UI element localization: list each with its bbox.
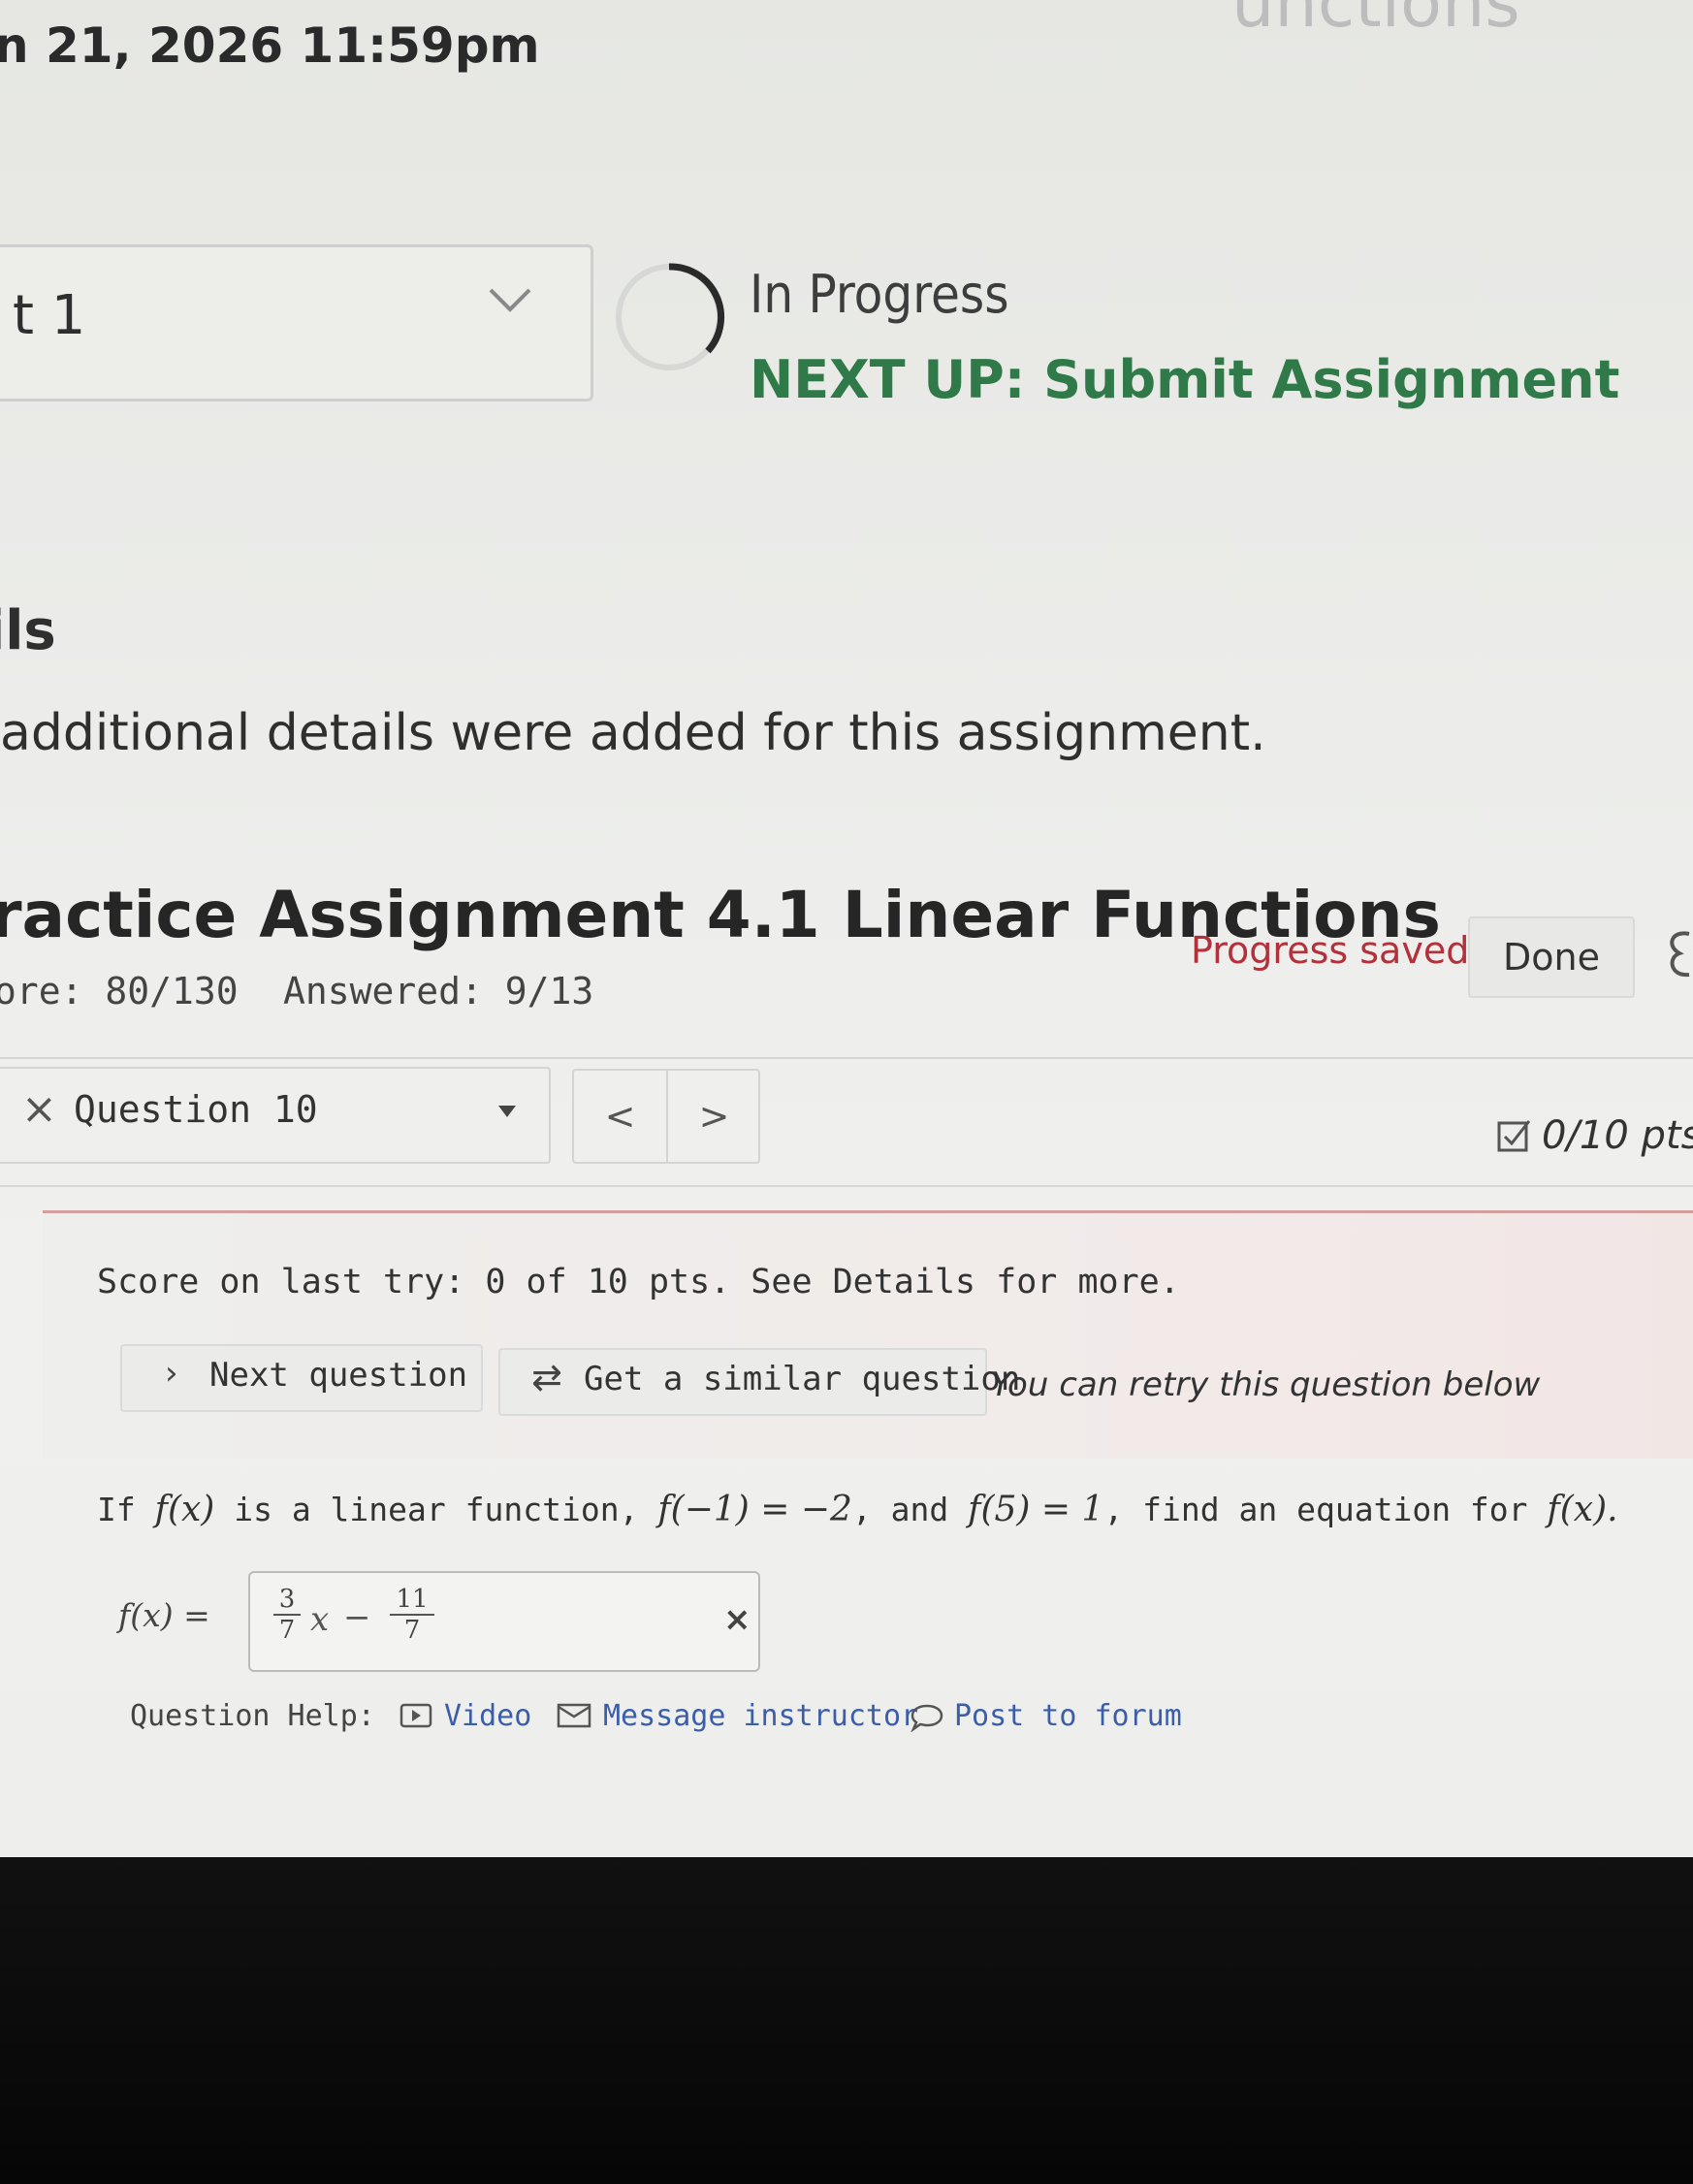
- coefficient-numerator: 3: [273, 1585, 301, 1616]
- retry-note: You can retry this question below: [991, 1365, 1541, 1404]
- divider: [0, 1057, 1693, 1059]
- math-condition-1: f(−1) = −2: [657, 1490, 852, 1529]
- chevron-down-icon: [489, 288, 531, 312]
- math-fx: f(x): [154, 1490, 215, 1529]
- header-title-fragment: unctions: [1231, 0, 1520, 43]
- next-question-arrow-button[interactable]: >: [668, 1071, 760, 1162]
- done-button[interactable]: Done: [1468, 916, 1635, 998]
- last-try-score: Score on last try: 0 of 10 pts. See Deta…: [97, 1263, 1180, 1301]
- answer-operator: −: [343, 1598, 371, 1637]
- attempt-select-label: t 1: [13, 284, 86, 347]
- assignment-screen: n 21, 2026 11:59pm unctions t 1 In Progr…: [0, 0, 1693, 1857]
- post-to-forum-link[interactable]: Post to forum: [954, 1699, 1182, 1733]
- answer-coefficient: 3 7: [273, 1585, 301, 1645]
- constant-numerator: 11: [390, 1585, 434, 1616]
- menu-icon[interactable]: [1662, 924, 1693, 992]
- constant-denominator: 7: [403, 1616, 421, 1645]
- feedback-panel: [43, 1214, 1693, 1459]
- next-up-text: NEXT UP: Submit Assignment: [750, 349, 1620, 410]
- attempt-select[interactable]: t 1: [0, 244, 593, 401]
- message-instructor-link[interactable]: Message instructor: [603, 1699, 918, 1733]
- answer-variable: x: [310, 1600, 330, 1639]
- similar-question-label[interactable]: Get a similar question: [584, 1360, 1020, 1398]
- mail-icon: [557, 1703, 591, 1728]
- question-intro: If: [97, 1491, 136, 1528]
- divider: [0, 1185, 1693, 1187]
- progress-saved-status: Progress saved: [1191, 929, 1470, 972]
- question-help-label: Question Help:: [130, 1699, 375, 1733]
- next-question-label[interactable]: Next question: [209, 1356, 467, 1395]
- answer-constant: 11 7: [390, 1585, 434, 1645]
- question-text-3: , find an equation for: [1103, 1491, 1528, 1528]
- coefficient-denominator: 7: [278, 1616, 296, 1645]
- math-fx-2: f(x).: [1547, 1490, 1618, 1529]
- progress-ring-icon: [616, 263, 725, 370]
- caret-down-icon: [498, 1106, 516, 1117]
- previous-question-button[interactable]: <: [574, 1071, 666, 1162]
- refresh-icon: ⇄: [531, 1356, 562, 1398]
- edit-checkbox-icon: [1497, 1120, 1531, 1152]
- monitor-bezel: [0, 1857, 1693, 2184]
- details-text: additional details were added for this a…: [0, 704, 1266, 762]
- details-heading: ils: [0, 599, 56, 662]
- incorrect-answer-icon: ×: [723, 1600, 751, 1639]
- math-condition-2: f(5) = 1: [968, 1490, 1104, 1529]
- feedback-accent-rule: [43, 1210, 1693, 1213]
- assignment-score: ore: 80/130: [0, 970, 239, 1012]
- question-text-2: , and: [851, 1491, 949, 1528]
- question-text-1: is a linear function,: [234, 1491, 639, 1528]
- answer-prefix: f(x) =: [118, 1596, 210, 1634]
- video-icon: [399, 1703, 432, 1728]
- question-points: 0/10 pts: [1542, 1113, 1693, 1158]
- chevron-right-icon: ›: [165, 1354, 178, 1393]
- video-link[interactable]: Video: [444, 1699, 531, 1733]
- question-pager: < >: [572, 1069, 760, 1164]
- question-select-label: Question 10: [74, 1088, 318, 1131]
- incorrect-icon: ×: [21, 1084, 57, 1134]
- answered-count: Answered: 9/13: [283, 970, 594, 1012]
- question-prompt: If f(x) is a linear function, f(−1) = −2…: [97, 1490, 1618, 1529]
- speech-bubble-icon: [910, 1704, 943, 1732]
- due-date: n 21, 2026 11:59pm: [0, 17, 540, 74]
- attempt-status: In Progress: [750, 264, 1009, 325]
